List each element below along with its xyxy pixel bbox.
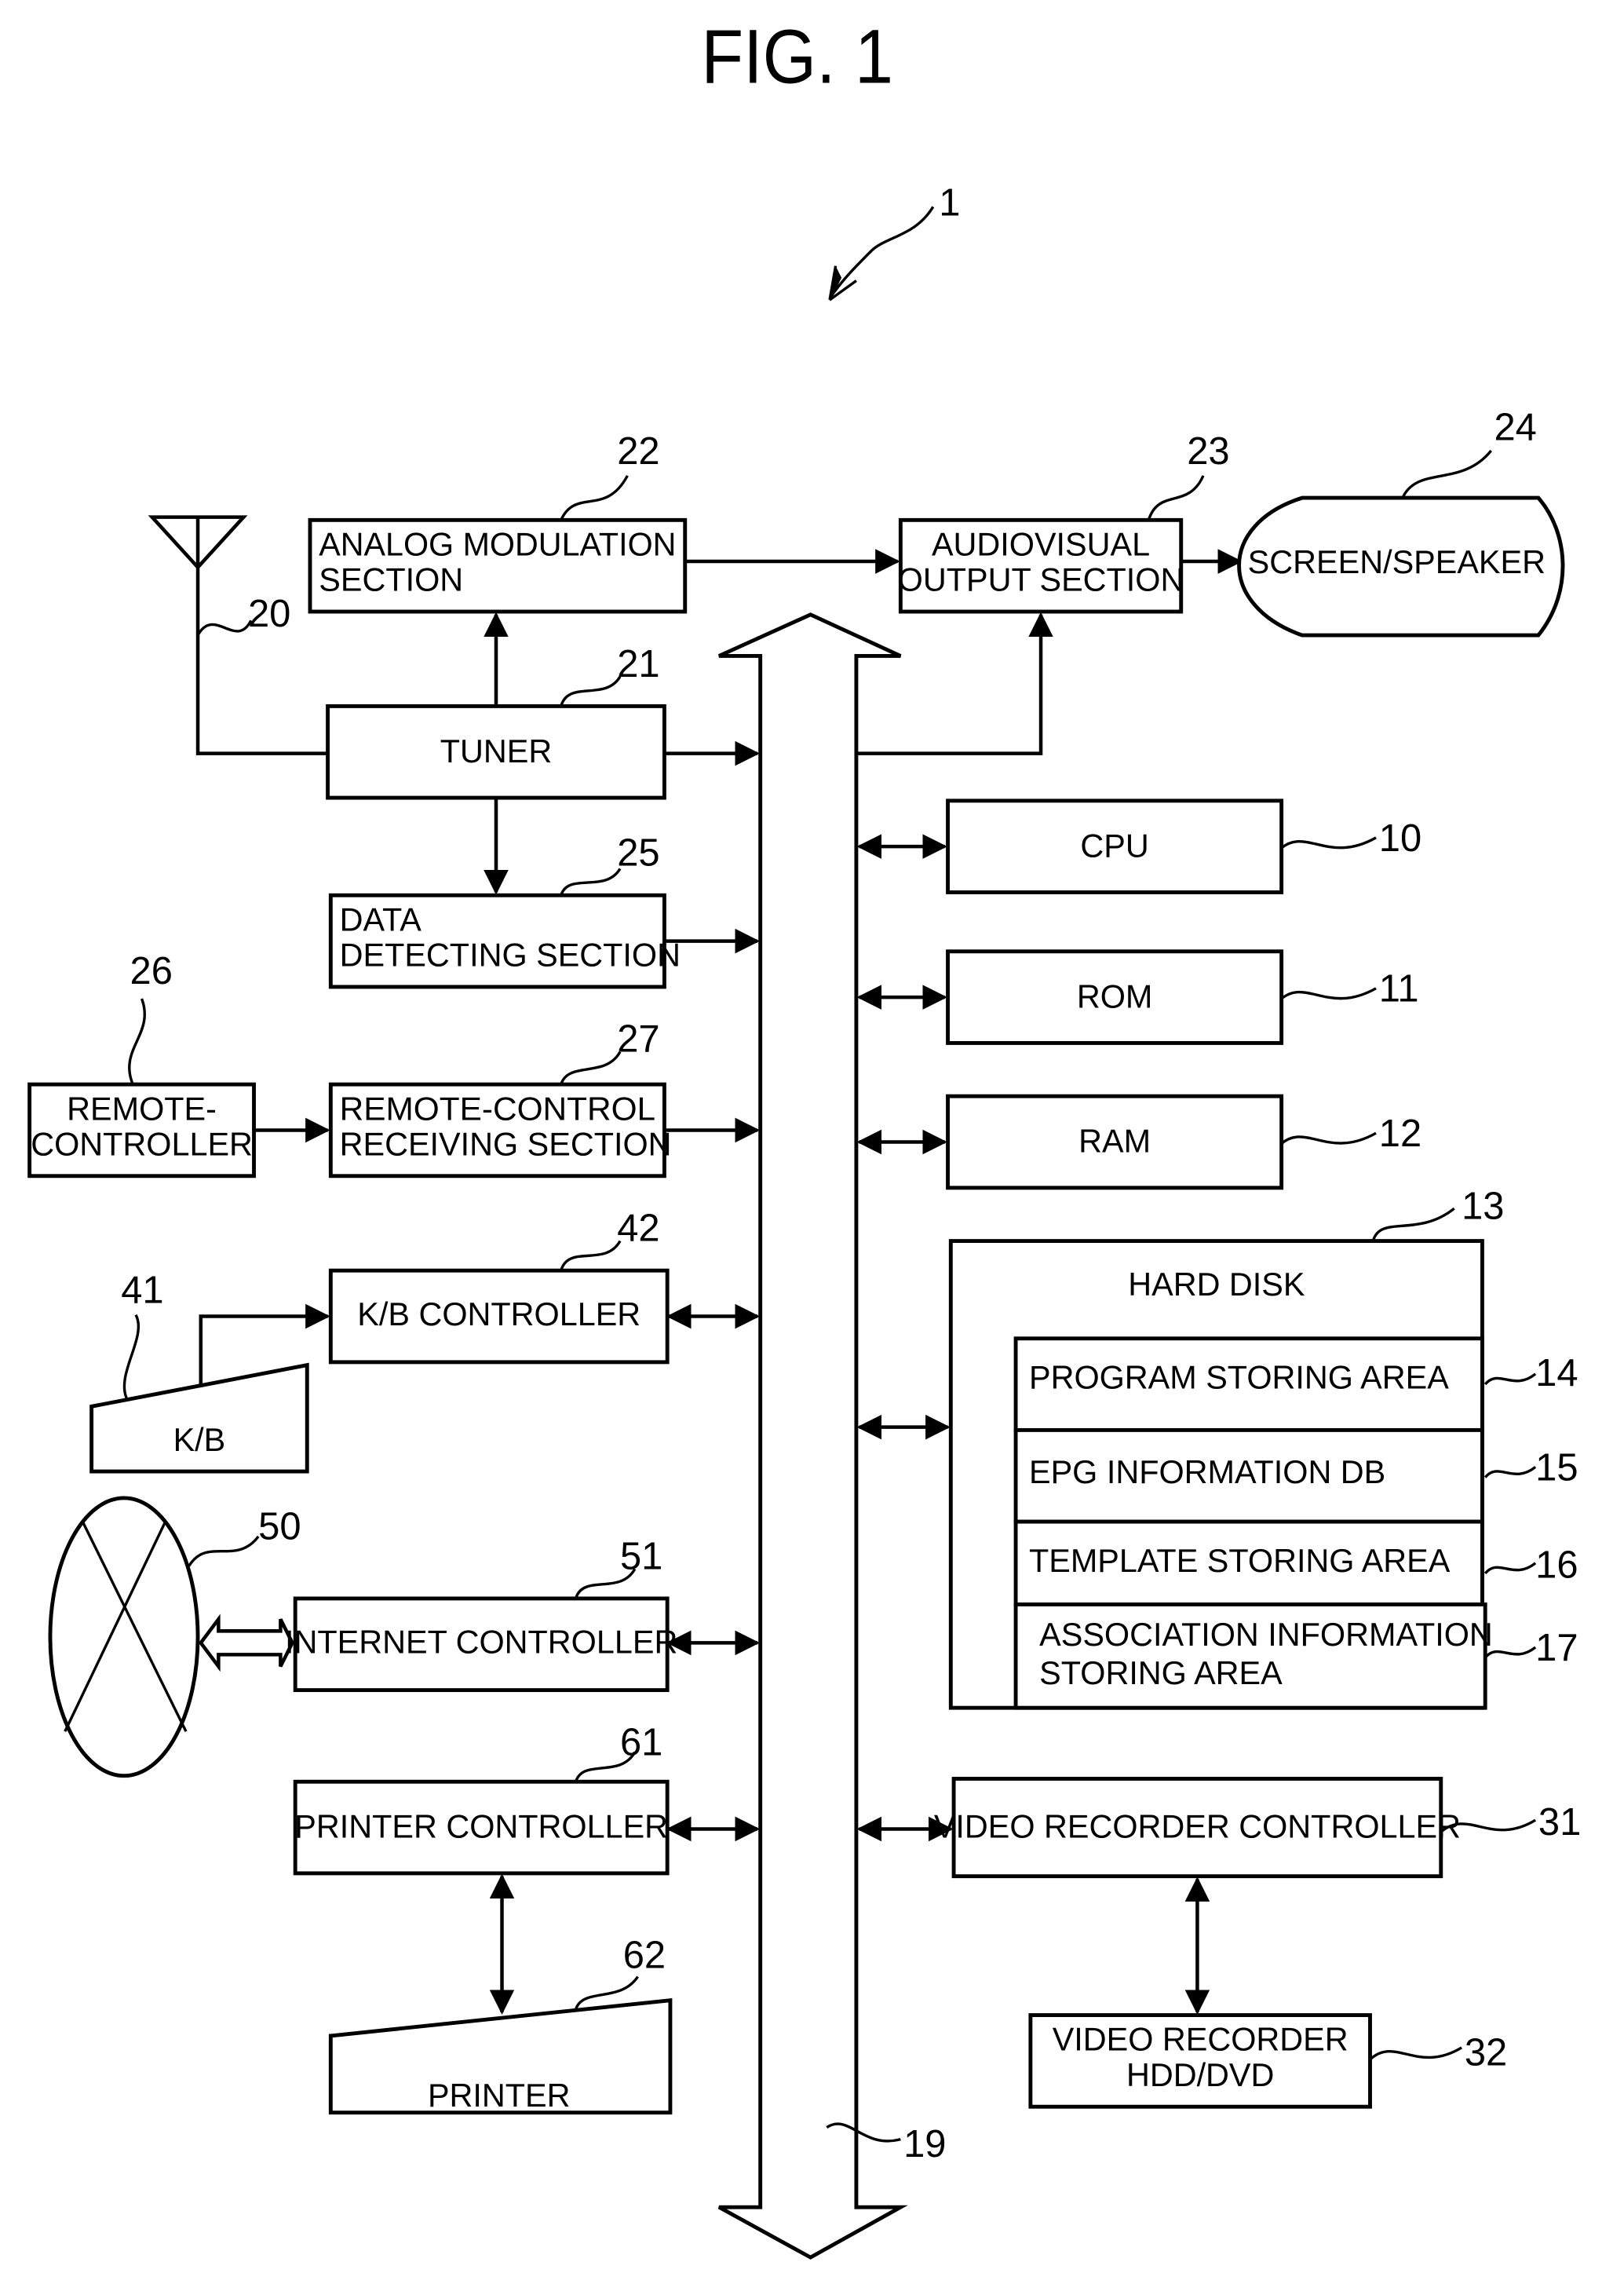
ref-42: 42 [617, 1208, 659, 1250]
screen-speaker: SCREEN/SPEAKER 24 [1237, 407, 1565, 638]
ref-32: 32 [1465, 2032, 1507, 2074]
svg-text:RAM: RAM [1078, 1124, 1151, 1160]
cpu: CPU 10 [946, 798, 1421, 894]
svg-text:REMOTE-CONTROL: REMOTE-CONTROL [340, 1091, 656, 1127]
ref-50: 50 [258, 1506, 301, 1548]
ref-16: 16 [1535, 1544, 1578, 1587]
svg-text:EPG INFORMATION DB: EPG INFORMATION DB [1029, 1454, 1385, 1490]
svg-text:SECTION: SECTION [319, 562, 463, 598]
svg-text:PRINTER: PRINTER [428, 2078, 571, 2114]
ref-26: 26 [130, 950, 173, 992]
analog-modulation-section: ANALOG MODULATION SECTION 22 [308, 430, 688, 614]
ref-31: 31 [1538, 1801, 1581, 1844]
ref-61: 61 [620, 1721, 662, 1763]
ref-12: 12 [1379, 1113, 1421, 1155]
ref-17: 17 [1535, 1627, 1578, 1669]
block-diagram: FIG. 1 1 19 20 ANALOG MODULATION SECTION… [27, 13, 1581, 2260]
ram: RAM 12 [946, 1094, 1421, 1190]
svg-text:TUNER: TUNER [440, 733, 552, 769]
svg-text:AUDIOVISUAL: AUDIOVISUAL [932, 526, 1150, 562]
svg-text:HDD/DVD: HDD/DVD [1126, 2057, 1274, 2093]
ref-10: 10 [1379, 817, 1421, 860]
svg-text:RECEIVING SECTION: RECEIVING SECTION [340, 1126, 672, 1162]
remote-control-receiving-section: REMOTE-CONTROL RECEIVING SECTION 27 [328, 1018, 672, 1179]
ref-14: 14 [1535, 1352, 1578, 1394]
svg-text:SCREEN/SPEAKER: SCREEN/SPEAKER [1248, 544, 1546, 580]
ref-22: 22 [617, 430, 659, 473]
ref-51: 51 [620, 1535, 662, 1577]
ref-27: 27 [617, 1018, 659, 1061]
svg-text:ASSOCIATION INFORMATION: ASSOCIATION INFORMATION [1039, 1617, 1493, 1653]
svg-text:PROGRAM STORING AREA: PROGRAM STORING AREA [1029, 1360, 1449, 1396]
svg-text:HARD DISK: HARD DISK [1128, 1266, 1305, 1303]
printer-controller: PRINTER CONTROLLER 61 [293, 1721, 670, 1876]
svg-text:REMOTE-: REMOTE- [67, 1091, 217, 1127]
hard-disk: HARD DISK 13 PROGRAM STORING AREA EPG IN… [948, 1185, 1578, 1710]
svg-text:DETECTING SECTION: DETECTING SECTION [340, 937, 681, 974]
ref-13: 13 [1462, 1185, 1504, 1227]
svg-text:STORING AREA: STORING AREA [1039, 1655, 1283, 1691]
internet-link-double-arrow [198, 1613, 294, 1672]
ref-41: 41 [121, 1270, 163, 1312]
ref-20: 20 [248, 593, 290, 635]
system-reference: 1 [828, 182, 960, 301]
ref-11: 11 [1379, 968, 1419, 1010]
rom: ROM 11 [946, 949, 1419, 1045]
ref-23: 23 [1187, 430, 1229, 473]
figure-title: FIG. 1 [701, 13, 893, 99]
svg-text:CONTROLLER: CONTROLLER [31, 1126, 253, 1162]
internet-controller: INTERNET CONTROLLER 51 [285, 1535, 677, 1693]
svg-text:INTERNET CONTROLLER: INTERNET CONTROLLER [285, 1624, 677, 1661]
ref-25: 25 [617, 832, 659, 875]
audiovisual-output-section: AUDIOVISUAL OUTPUT SECTION 23 [898, 430, 1230, 614]
svg-text:VIDEO RECORDER CONTROLLER: VIDEO RECORDER CONTROLLER [934, 1809, 1461, 1845]
data-detecting-section: DATA DETECTING SECTION 25 [328, 832, 681, 989]
ref-24: 24 [1494, 407, 1536, 449]
svg-text:CPU: CPU [1080, 828, 1148, 864]
svg-text:K/B CONTROLLER: K/B CONTROLLER [357, 1296, 640, 1332]
svg-text:ANALOG MODULATION: ANALOG MODULATION [319, 526, 676, 562]
svg-text:K/B: K/B [173, 1422, 226, 1458]
ref-1: 1 [939, 182, 960, 225]
svg-text:ROM: ROM [1077, 978, 1153, 1014]
remote-controller: REMOTE- CONTROLLER 26 [27, 950, 256, 1179]
ref-19: 19 [903, 2123, 946, 2165]
svg-text:DATA: DATA [340, 901, 422, 937]
antenna: 20 [148, 515, 328, 755]
ref-62: 62 [623, 1934, 666, 1976]
ref-21: 21 [617, 643, 659, 685]
video-recorder: VIDEO RECORDER HDD/DVD 32 [1028, 2013, 1507, 2109]
video-recorder-controller: VIDEO RECORDER CONTROLLER 31 [934, 1777, 1581, 1879]
kb-controller: K/B CONTROLLER 42 [328, 1208, 670, 1365]
internet-network: 50 [48, 1496, 301, 1778]
svg-text:OUTPUT SECTION: OUTPUT SECTION [898, 562, 1184, 598]
svg-text:VIDEO RECORDER: VIDEO RECORDER [1053, 2022, 1348, 2058]
ref-15: 15 [1535, 1446, 1578, 1489]
svg-text:TEMPLATE STORING AREA: TEMPLATE STORING AREA [1029, 1543, 1451, 1579]
system-bus: 19 [717, 612, 947, 2260]
svg-text:PRINTER CONTROLLER: PRINTER CONTROLLER [294, 1809, 668, 1845]
